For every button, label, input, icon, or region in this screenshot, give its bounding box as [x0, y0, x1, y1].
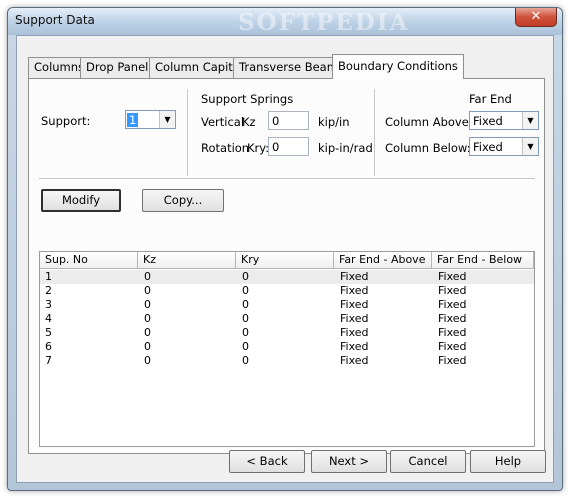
column-header[interactable]: Far End - Above — [334, 252, 432, 269]
table-cell: 2 — [45, 284, 52, 297]
column-above-value: Fixed — [473, 114, 503, 128]
table-cell: 0 — [144, 284, 151, 297]
table-cell: 0 — [242, 298, 249, 311]
modify-button[interactable]: Modify — [41, 189, 121, 212]
table-cell: Fixed — [340, 270, 369, 283]
supports-table[interactable]: Sup. No Kz Kry Far End - Above Far End -… — [39, 251, 535, 447]
kz-unit: kip/in — [318, 115, 350, 129]
table-cell: Fixed — [438, 312, 467, 325]
chevron-down-icon[interactable]: ▼ — [522, 138, 538, 155]
table-row[interactable]: 2 0 0 Fixed Fixed — [40, 284, 534, 298]
separator — [374, 89, 376, 176]
table-row[interactable]: 3 0 0 Fixed Fixed — [40, 298, 534, 312]
table-cell: 0 — [144, 326, 151, 339]
table-cell: Fixed — [438, 354, 467, 367]
cancel-button[interactable]: Cancel — [390, 450, 466, 473]
table-cell: Fixed — [438, 298, 467, 311]
rotation-label: Rotation — [201, 141, 250, 155]
support-data-window: Support Data SOFTPEDIA ✕ Columns Drop Pa… — [7, 7, 563, 491]
kry-unit: kip-in/rad — [318, 141, 373, 155]
column-header[interactable]: Far End - Below — [432, 252, 534, 269]
table-cell: 0 — [144, 312, 151, 325]
table-header: Sup. No Kz Kry Far End - Above Far End -… — [40, 252, 534, 269]
table-row[interactable]: 1 0 0 Fixed Fixed — [40, 270, 534, 284]
column-header[interactable]: Kz — [138, 252, 236, 269]
table-cell: Fixed — [438, 326, 467, 339]
kry-label: Kry: — [247, 141, 270, 155]
table-cell: 5 — [45, 326, 52, 339]
table-cell: 0 — [242, 312, 249, 325]
table-cell: 0 — [242, 284, 249, 297]
watermark: SOFTPEDIA — [238, 9, 410, 36]
table-cell: 1 — [45, 270, 52, 283]
table-cell: Fixed — [438, 270, 467, 283]
table-row[interactable]: 4 0 0 Fixed Fixed — [40, 312, 534, 326]
column-above-select[interactable]: Fixed ▼ — [469, 111, 539, 130]
support-springs-label: Support Springs — [201, 92, 294, 106]
chevron-down-icon[interactable]: ▼ — [522, 112, 538, 129]
tab-boundary-conditions[interactable]: Boundary Conditions — [332, 54, 464, 79]
column-below-select[interactable]: Fixed ▼ — [469, 137, 539, 156]
column-above-label: Column Above: — [385, 115, 473, 129]
table-cell: 4 — [45, 312, 52, 325]
table-cell: 0 — [242, 270, 249, 283]
support-label: Support: — [41, 114, 91, 128]
table-cell: 0 — [144, 340, 151, 353]
column-below-label: Column Below: — [385, 141, 471, 155]
table-cell: Fixed — [340, 284, 369, 297]
table-cell: 7 — [45, 354, 52, 367]
window-title: Support Data — [15, 13, 95, 27]
table-cell: 0 — [144, 298, 151, 311]
column-below-value: Fixed — [473, 140, 503, 154]
table-cell: 0 — [144, 270, 151, 283]
close-button[interactable]: ✕ — [515, 8, 557, 27]
far-end-label: Far End — [469, 92, 512, 106]
kry-input[interactable]: 0 — [268, 137, 309, 156]
table-cell: Fixed — [340, 354, 369, 367]
table-cell: 3 — [45, 298, 52, 311]
table-row[interactable]: 7 0 0 Fixed Fixed — [40, 354, 534, 368]
kz-label: Kz — [242, 115, 256, 129]
table-cell: 6 — [45, 340, 52, 353]
next-button[interactable]: Next > — [311, 450, 387, 473]
table-cell: Fixed — [340, 298, 369, 311]
table-cell: Fixed — [340, 340, 369, 353]
table-cell: Fixed — [340, 312, 369, 325]
column-header[interactable]: Sup. No — [40, 252, 138, 269]
table-row[interactable]: 5 0 0 Fixed Fixed — [40, 326, 534, 340]
table-row[interactable]: 6 0 0 Fixed Fixed — [40, 340, 534, 354]
title-bar[interactable]: Support Data SOFTPEDIA ✕ — [8, 8, 562, 36]
table-cell: Fixed — [438, 340, 467, 353]
separator — [39, 178, 535, 180]
kz-input[interactable]: 0 — [268, 111, 309, 130]
back-button[interactable]: < Back — [229, 450, 305, 473]
vertical-label: Vertical — [201, 115, 245, 129]
table-cell: 0 — [242, 354, 249, 367]
boundary-conditions-panel: Support: 1 ▼ Support Springs Vertical Kz… — [28, 78, 545, 454]
column-header[interactable]: Kry — [236, 252, 334, 269]
support-select-value: 1 — [127, 113, 139, 127]
dialog-client-area: Columns Drop Panels Column Capitals Tran… — [16, 35, 554, 483]
help-button[interactable]: Help — [470, 450, 546, 473]
copy-button[interactable]: Copy... — [142, 189, 224, 212]
table-cell: 0 — [144, 354, 151, 367]
separator — [187, 89, 189, 176]
table-cell: 0 — [242, 340, 249, 353]
table-cell: Fixed — [438, 284, 467, 297]
table-cell: 0 — [242, 326, 249, 339]
table-cell: Fixed — [340, 326, 369, 339]
chevron-down-icon[interactable]: ▼ — [159, 111, 175, 128]
support-select[interactable]: 1 ▼ — [125, 110, 176, 129]
